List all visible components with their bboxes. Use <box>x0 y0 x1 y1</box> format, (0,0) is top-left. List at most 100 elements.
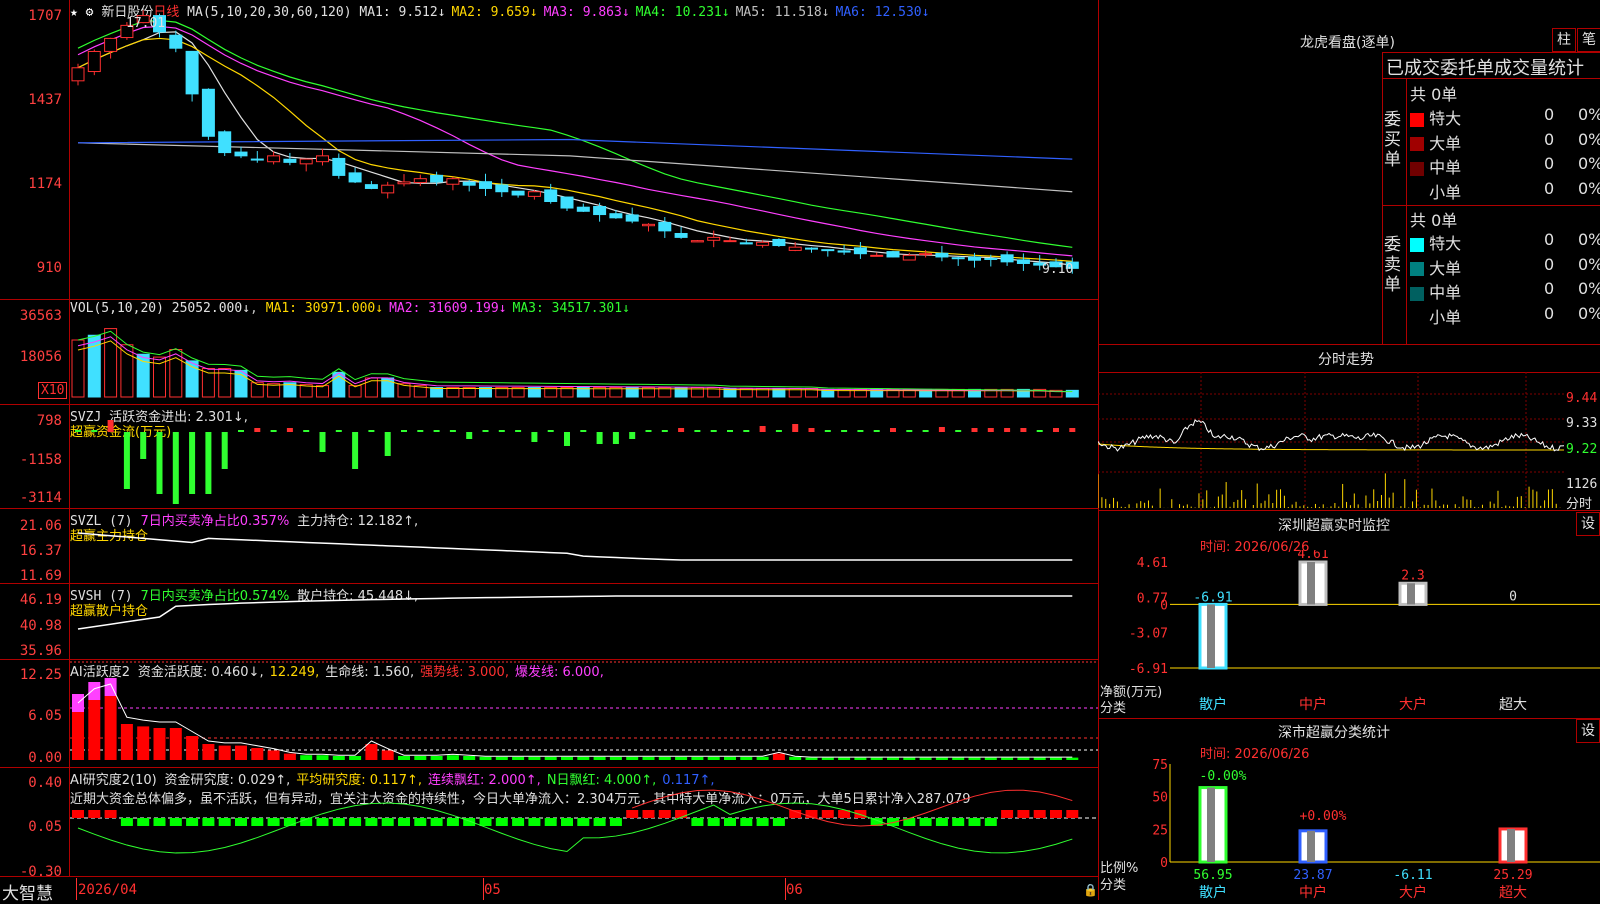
classify-change-label: -0.00% <box>1200 769 1247 784</box>
date-tick: 2026/04 <box>78 882 138 898</box>
lock-icon[interactable]: 🔒 <box>1083 883 1098 897</box>
active-bar <box>267 750 280 760</box>
active-bar <box>479 756 492 760</box>
kline-ytick: 1174 <box>28 176 62 192</box>
intraday-ytick: 9.44 <box>1566 391 1598 406</box>
classify-value-label: 23.87 <box>1293 868 1332 883</box>
color-swatch <box>1410 262 1424 276</box>
order-count: 0 <box>1544 129 1555 149</box>
monitor-title: 深圳超赢实时监控 <box>1278 518 1390 534</box>
active-bar <box>137 726 150 760</box>
monitor-ytick: 4.61 <box>1137 556 1168 571</box>
flow-bar <box>1069 428 1076 432</box>
flow-bar <box>75 430 81 432</box>
active-bar <box>528 756 541 760</box>
candle <box>267 155 281 163</box>
flow-bar <box>808 428 815 432</box>
research-bar <box>267 818 280 826</box>
candle <box>397 181 411 185</box>
classify-ytick: 50 <box>1152 791 1168 806</box>
active-bar <box>169 728 182 760</box>
flow-bar <box>498 430 505 432</box>
research-bar <box>609 818 622 826</box>
candle <box>201 88 215 137</box>
research-bar <box>691 818 704 826</box>
candle <box>870 254 884 257</box>
order-type: 特大 <box>1429 234 1462 253</box>
candle <box>837 250 851 253</box>
svzl-ytick: 16.37 <box>19 543 62 559</box>
monitor-ytick: 0 <box>1160 598 1168 613</box>
tick-mode-button[interactable]: 笔 <box>1577 28 1600 52</box>
order-row: 特大 0 0% <box>1410 230 1600 254</box>
flow-bar <box>303 430 310 432</box>
active-bar <box>968 757 981 760</box>
candle <box>625 214 639 222</box>
flow-bar <box>645 430 652 432</box>
svzj-ytick: 798 <box>36 413 62 429</box>
flow-bar <box>661 430 668 432</box>
candle <box>821 249 835 252</box>
research-bar <box>218 818 231 826</box>
active-bar <box>952 757 965 760</box>
order-count: 0 <box>1544 279 1555 298</box>
svsh-ytick: 35.96 <box>19 643 62 659</box>
order-row: 小单 0 0% <box>1410 179 1600 203</box>
classify-xlabel: 分类 <box>1100 878 1127 893</box>
monitor-value-label: 4.61 <box>1297 550 1328 562</box>
intraday-ytick: 9.22 <box>1566 442 1598 457</box>
candle <box>658 221 672 232</box>
candle <box>690 240 704 243</box>
flow-bar <box>205 432 212 494</box>
flow-bar <box>515 430 522 432</box>
research-bar <box>1017 810 1030 818</box>
research-bar <box>169 818 182 826</box>
candle <box>935 252 949 258</box>
order-pct: 0% <box>1578 230 1600 249</box>
column-mode-button[interactable]: 柱 <box>1552 28 1576 52</box>
active-bar <box>789 756 802 760</box>
color-swatch <box>1410 286 1424 301</box>
candle <box>544 189 558 203</box>
flow-bar <box>922 430 929 432</box>
flow-bar <box>417 430 424 432</box>
classify-category: 大户 <box>1399 884 1427 900</box>
active-bar <box>870 757 883 760</box>
research-bar <box>756 818 769 826</box>
classify-category: 散户 <box>1199 884 1227 900</box>
monitor-ytick: -6.91 <box>1129 662 1168 677</box>
flow-bar <box>156 432 163 494</box>
candle <box>185 50 199 95</box>
flow-bar <box>906 430 913 432</box>
active-bar <box>1066 757 1079 760</box>
monitor-settings-button[interactable]: 设 <box>1576 512 1600 536</box>
flow-bar <box>824 430 831 432</box>
research-bar <box>658 810 671 818</box>
flow-bar <box>678 428 685 432</box>
candle <box>642 223 655 227</box>
active-bar <box>593 756 606 760</box>
active-bar <box>984 757 997 760</box>
candle <box>805 247 818 250</box>
kline-chart[interactable]: 17.01 9.10 <box>70 0 1098 299</box>
ai-active-chart <box>70 661 1098 760</box>
candle <box>348 172 362 183</box>
order-pct: 0% <box>1578 178 1600 198</box>
candle <box>218 131 232 154</box>
intraday-chart[interactable] <box>1098 372 1564 510</box>
order-type: 特大 <box>1429 109 1462 128</box>
active-bar <box>202 744 215 760</box>
candle <box>430 174 444 183</box>
research-bar <box>512 818 525 826</box>
color-swatch <box>1410 137 1424 151</box>
active-bar <box>675 756 688 760</box>
ai-research-ytick: -0.30 <box>19 864 62 880</box>
monitor-category: 中户 <box>1299 696 1327 713</box>
research-bar <box>349 818 362 826</box>
classify-bar-shade <box>1507 828 1515 862</box>
classify-ytick: 75 <box>1152 758 1168 773</box>
order-count: 0 <box>1544 230 1555 249</box>
flow-bar <box>841 430 848 432</box>
classify-settings-button[interactable]: 设 <box>1576 719 1600 743</box>
active-bar <box>430 756 443 760</box>
